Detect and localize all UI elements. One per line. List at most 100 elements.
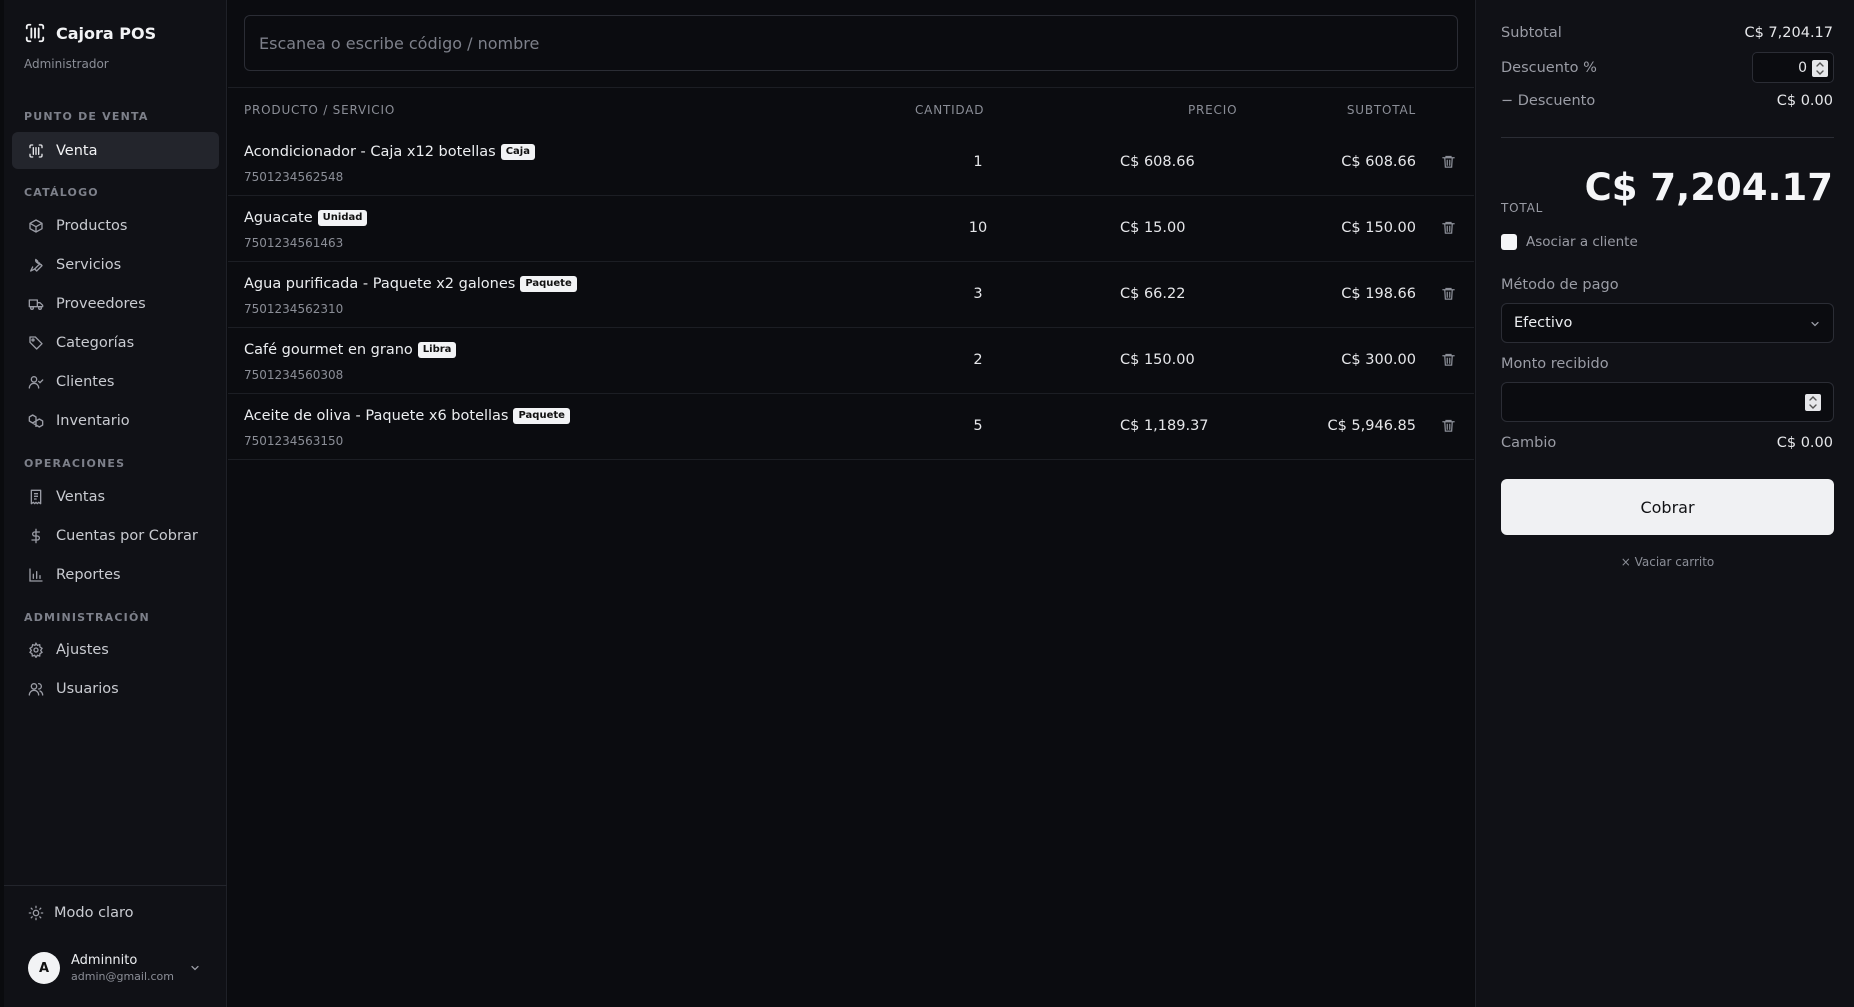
sidebar-item-servicios[interactable]: Servicios: [12, 246, 219, 283]
sidebar-item-venta[interactable]: Venta: [12, 132, 219, 169]
quantity-cell[interactable]: 10: [948, 220, 1008, 236]
quantity-cell[interactable]: 3: [948, 286, 1008, 302]
table-row: Agua purificada - Paquete x2 galones Paqu…: [228, 262, 1474, 328]
column-header-product: PRODUCTO / SERVICIO: [244, 103, 396, 117]
scan-icon: [29, 143, 43, 158]
sidebar-item-categorias[interactable]: Categorías: [12, 324, 219, 361]
product-code: 7501234561463: [244, 236, 344, 250]
sidebar-item-ventas[interactable]: Ventas: [12, 478, 219, 515]
sidebar-item-label: Venta: [56, 142, 98, 159]
sidebar-item-label: Reportes: [56, 566, 121, 583]
discount-percent-label: Descuento %: [1501, 60, 1597, 76]
product-code: 7501234560308: [244, 368, 344, 382]
table-row: Café gourmet en grano Libra 7501234560308…: [228, 328, 1474, 394]
chevron-down-icon: [1811, 321, 1819, 327]
tag-icon: [29, 335, 43, 350]
unit-badge: Libra: [417, 342, 457, 358]
checkout-panel: Subtotal C$ 7,204.17 Descuento % 0 − Des…: [1475, 0, 1854, 1007]
sidebar-item-label: Proveedores: [56, 295, 146, 312]
product-name: Acondicionador - Caja x12 botellas: [244, 144, 496, 160]
unit-badge: Paquete: [513, 408, 570, 424]
trash-icon[interactable]: [1441, 154, 1456, 169]
column-header-price: PRECIO: [1188, 103, 1238, 117]
sidebar-item-inventario[interactable]: Inventario: [12, 402, 219, 439]
main-content: PRODUCTO / SERVICIO CANTIDAD PRECIO SUBT…: [228, 0, 1474, 1007]
payment-method-value: Efectivo: [1514, 315, 1573, 331]
unit-badge: Paquete: [520, 276, 577, 292]
sidebar-item-clientes[interactable]: Clientes: [12, 363, 219, 400]
subtotal-cell: C$ 198.66: [1341, 286, 1416, 302]
trash-icon[interactable]: [1441, 286, 1456, 301]
change-value: C$ 0.00: [1776, 435, 1833, 451]
sidebar-item-reportes[interactable]: Reportes: [12, 556, 219, 593]
trash-icon[interactable]: [1441, 418, 1456, 433]
user-role: Administrador: [24, 57, 109, 71]
number-stepper-icon[interactable]: [1812, 60, 1828, 77]
table-top-divider: [228, 87, 1474, 88]
search-input[interactable]: [244, 15, 1458, 71]
sidebar-item-label: Usuarios: [56, 680, 119, 697]
payment-method-label: Método de pago: [1501, 277, 1619, 293]
price-cell: C$ 15.00: [1120, 220, 1186, 236]
associate-client-label: Asociar a cliente: [1526, 234, 1638, 250]
number-stepper-icon[interactable]: [1805, 394, 1821, 411]
theme-toggle-label: Modo claro: [54, 905, 134, 921]
subtotal-value: C$ 7,204.17: [1744, 25, 1833, 41]
table-row: Acondicionador - Caja x12 botellas Caja 7…: [228, 130, 1474, 196]
sidebar-item-usuarios[interactable]: Usuarios: [12, 670, 219, 707]
truck-icon: [28, 298, 44, 310]
trash-icon[interactable]: [1441, 220, 1456, 235]
quantity-cell[interactable]: 5: [948, 418, 1008, 434]
user-name: Adminnito: [71, 953, 138, 968]
quantity-cell[interactable]: 2: [948, 352, 1008, 368]
column-header-subtotal: SUBTOTAL: [1346, 103, 1416, 117]
section-label-punto-de-venta: PUNTO DE VENTA: [24, 110, 149, 123]
product-name: Agua purificada - Paquete x2 galones: [244, 276, 516, 292]
sidebar-item-cuentas-por-cobrar[interactable]: Cuentas por Cobrar: [12, 517, 219, 554]
change-label: Cambio: [1501, 435, 1557, 451]
clear-cart-button[interactable]: × Vaciar carrito: [1501, 555, 1834, 569]
discount-value: C$ 0.00: [1776, 93, 1833, 109]
app-name: Cajora POS: [56, 23, 157, 43]
section-label-operaciones: OPERACIONES: [24, 457, 126, 470]
discount-label: − Descuento: [1501, 93, 1596, 109]
chevron-down-icon: [191, 965, 199, 971]
theme-toggle-button[interactable]: Modo claro: [28, 905, 133, 921]
summary-divider: [1501, 137, 1834, 138]
sidebar-item-label: Inventario: [56, 412, 130, 429]
price-cell: C$ 150.00: [1120, 352, 1195, 368]
brand: Cajora POS: [24, 22, 156, 44]
sidebar-divider: [4, 885, 227, 886]
section-label-administracion: ADMINISTRACIÓN: [24, 611, 150, 624]
total-label: TOTAL: [1501, 201, 1544, 215]
sidebar-item-productos[interactable]: Productos: [12, 207, 219, 244]
sidebar-item-label: Servicios: [56, 256, 122, 273]
boxes-icon: [28, 413, 44, 428]
discount-percent-input[interactable]: 0: [1752, 52, 1834, 83]
bar-chart-icon: [29, 567, 43, 582]
unit-badge: Unidad: [317, 210, 368, 226]
subtotal-label: Subtotal: [1501, 25, 1562, 41]
sidebar-item-label: Clientes: [56, 373, 115, 390]
associate-client-checkbox[interactable]: Asociar a cliente: [1501, 234, 1638, 250]
quantity-cell[interactable]: 1: [948, 154, 1008, 170]
unit-badge: Caja: [500, 144, 535, 160]
subtotal-cell: C$ 5,946.85: [1327, 418, 1416, 434]
amount-received-input[interactable]: [1501, 382, 1834, 422]
sidebar-item-ajustes[interactable]: Ajustes: [12, 631, 219, 668]
total-value: C$ 7,204.17: [1584, 166, 1833, 209]
sidebar-item-label: Productos: [56, 217, 128, 234]
sidebar: Cajora POS Administrador PUNTO DE VENTA …: [4, 0, 227, 1007]
sidebar-item-proveedores[interactable]: Proveedores: [12, 285, 219, 322]
payment-method-select[interactable]: Efectivo: [1501, 303, 1834, 343]
charge-button[interactable]: Cobrar: [1501, 479, 1834, 535]
checkbox-box[interactable]: [1501, 234, 1517, 250]
subtotal-cell: C$ 300.00: [1341, 352, 1416, 368]
amount-received-label: Monto recibido: [1501, 356, 1609, 372]
column-header-qty: CANTIDAD: [915, 103, 985, 117]
user-menu[interactable]: A Adminnito admin@gmail.com: [28, 950, 211, 986]
product-name: Café gourmet en grano: [244, 342, 413, 358]
subtotal-cell: C$ 150.00: [1341, 220, 1416, 236]
trash-icon[interactable]: [1441, 352, 1456, 367]
table-row: Aguacate Unidad 7501234561463 10 C$ 15.00…: [228, 196, 1474, 262]
